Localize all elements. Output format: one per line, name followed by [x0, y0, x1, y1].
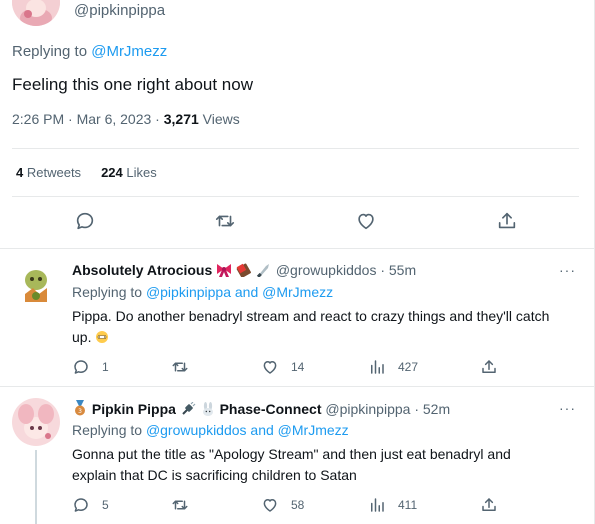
retweets-stat[interactable]: 4 Retweets: [16, 165, 81, 180]
replying-to-label: Replying to: [72, 284, 143, 300]
tweet-timestamp[interactable]: 2:26 PM · Mar 6, 2023 ·: [12, 111, 164, 127]
reply-tweet[interactable]: Absolutely Atrocious @growupkiddos · 55m…: [0, 249, 594, 386]
more-options-button[interactable]: ···: [559, 400, 576, 416]
retweet-icon: [171, 358, 189, 376]
reply-button[interactable]: 5: [72, 496, 109, 514]
retweet-icon: [171, 496, 189, 514]
reply-author-avatar[interactable]: [12, 260, 60, 308]
like-button[interactable]: [355, 210, 377, 237]
likes-count: 224: [101, 165, 123, 180]
views-button[interactable]: 411: [368, 496, 417, 514]
retweets-label: Retweets: [26, 165, 82, 180]
reply-header: Absolutely Atrocious @growupkiddos · 55m: [72, 262, 416, 280]
retweets-count: 4: [16, 165, 24, 180]
like-count: 14: [291, 360, 305, 374]
reply-action-bar: 5 58 411: [72, 496, 502, 514]
ribbon-icon: [216, 263, 232, 280]
thread-connector: [35, 450, 37, 524]
engagement-stats: 4 Retweets 224 Likes: [16, 165, 157, 180]
replying-to-user-link[interactable]: @MrJmezz: [91, 43, 167, 60]
retweet-button[interactable]: [171, 358, 201, 376]
replying-to-users-link[interactable]: @pipkinpippa and @MrJmezz: [146, 284, 333, 300]
replying-to-users-link[interactable]: @growupkiddos and @MrJmezz: [146, 422, 349, 438]
reply-text: Pippa. Do another benadryl stream and re…: [72, 306, 552, 350]
reply-button[interactable]: 1: [72, 358, 109, 376]
retweet-icon: [214, 210, 236, 232]
views-chart-icon: [368, 358, 386, 376]
replying-to: Replying to @MrJmezz: [12, 43, 167, 60]
views-chart-icon: [368, 496, 386, 514]
author-handle[interactable]: @pipkinpippa: [74, 2, 165, 19]
svg-text:3: 3: [78, 408, 82, 415]
reply-tweet[interactable]: 3 Pipkin Pippa Phase-Connect @pipkinpipp…: [0, 387, 594, 524]
share-icon: [480, 496, 498, 514]
reply-icon: [72, 358, 90, 376]
share-button[interactable]: [480, 358, 498, 376]
reply-author-handle-time[interactable]: @pipkinpippa · 52m: [325, 401, 450, 417]
share-icon: [496, 210, 518, 232]
reply-author-affiliation[interactable]: Phase-Connect: [220, 401, 322, 417]
reply-header: 3 Pipkin Pippa Phase-Connect @pipkinpipp…: [72, 400, 450, 419]
view-count: 411: [398, 498, 418, 512]
rabbit-icon: [200, 402, 216, 419]
author-avatar[interactable]: [12, 0, 60, 26]
heart-icon: [261, 496, 279, 514]
reply-action-bar: 1 14 427: [72, 358, 502, 376]
share-button[interactable]: [480, 496, 498, 514]
tweet-meta: 2:26 PM · Mar 6, 2023 · 3,271 Views: [12, 111, 240, 127]
like-count: 58: [291, 498, 305, 512]
replying-to-label: Replying to: [72, 422, 143, 438]
reply-count: 5: [102, 498, 109, 512]
share-icon: [480, 358, 498, 376]
like-button[interactable]: 58: [261, 496, 304, 514]
reply-text: Gonna put the title as "Apology Stream" …: [72, 446, 511, 483]
reply-button[interactable]: [74, 210, 96, 237]
likes-stat[interactable]: 224 Likes: [101, 165, 157, 180]
retweet-button[interactable]: [214, 210, 236, 237]
chocolate-bar-icon: [236, 263, 252, 280]
divider: [12, 148, 579, 149]
views-label: Views: [198, 111, 240, 127]
replying-to-label: Replying to: [12, 43, 88, 60]
cold-sweat-face-icon: [95, 329, 109, 350]
reply-icon: [74, 210, 96, 232]
reply-text-content: Pippa. Do another benadryl stream and re…: [72, 308, 550, 345]
likes-label: Likes: [126, 165, 157, 180]
reply-author-name[interactable]: Absolutely Atrocious: [72, 262, 212, 278]
replying-to: Replying to @growupkiddos and @MrJmezz: [72, 422, 349, 438]
tweet-text: Feeling this one right about now: [12, 75, 253, 94]
like-button[interactable]: 14: [261, 358, 304, 376]
heart-icon: [355, 210, 377, 232]
view-count: 427: [398, 360, 419, 374]
share-button[interactable]: [496, 210, 518, 237]
heart-icon: [261, 358, 279, 376]
views-button[interactable]: 427: [368, 358, 418, 376]
views-count: 3,271: [163, 111, 199, 127]
replying-to: Replying to @pipkinpippa and @MrJmezz: [72, 284, 333, 300]
reply-author-avatar[interactable]: [12, 398, 60, 446]
more-options-button[interactable]: ···: [559, 262, 576, 278]
reply-count: 1: [102, 360, 109, 374]
third-place-medal-icon: 3: [72, 400, 88, 419]
divider: [12, 196, 579, 197]
retweet-button[interactable]: [171, 496, 201, 514]
tweet-thread-view: @pipkinpippa Replying to @MrJmezz Feelin…: [0, 0, 595, 524]
plug-icon: [180, 401, 196, 419]
knife-icon: [256, 263, 272, 280]
reply-author-name[interactable]: Pipkin Pippa: [92, 401, 176, 417]
reply-icon: [72, 496, 90, 514]
reply-author-handle-time[interactable]: @growupkiddos · 55m: [276, 262, 416, 278]
